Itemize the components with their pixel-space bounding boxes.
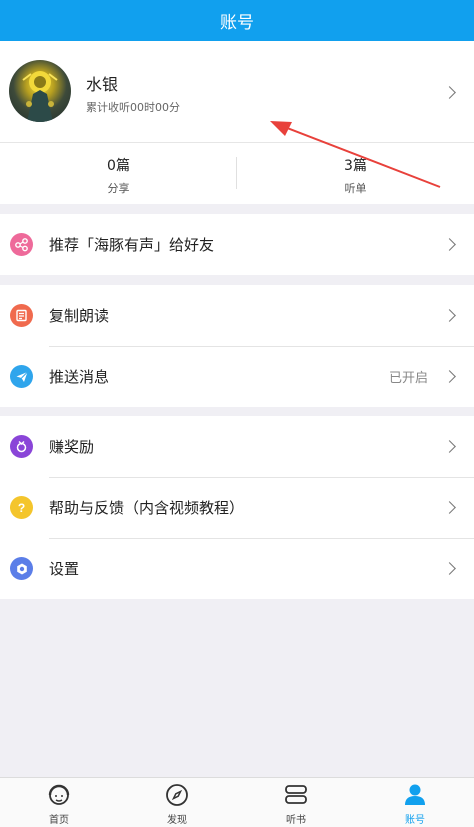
tab-label: 发现	[167, 815, 187, 826]
tab-label: 首页	[49, 815, 69, 826]
bottom-tab-bar: 首页 发现 听书 账号	[0, 777, 474, 827]
books-icon	[285, 785, 307, 804]
tab-label: 听书	[286, 815, 306, 826]
compass-icon	[166, 784, 188, 806]
headphones-icon	[48, 784, 70, 805]
tab-home[interactable]: 首页	[0, 778, 118, 827]
annotation-arrow	[270, 121, 441, 188]
tab-account[interactable]: 账号	[356, 778, 474, 827]
tab-books[interactable]: 听书	[237, 778, 355, 827]
user-icon	[405, 784, 425, 805]
tab-label: 账号	[405, 815, 425, 826]
tab-discover[interactable]: 发现	[118, 778, 236, 827]
